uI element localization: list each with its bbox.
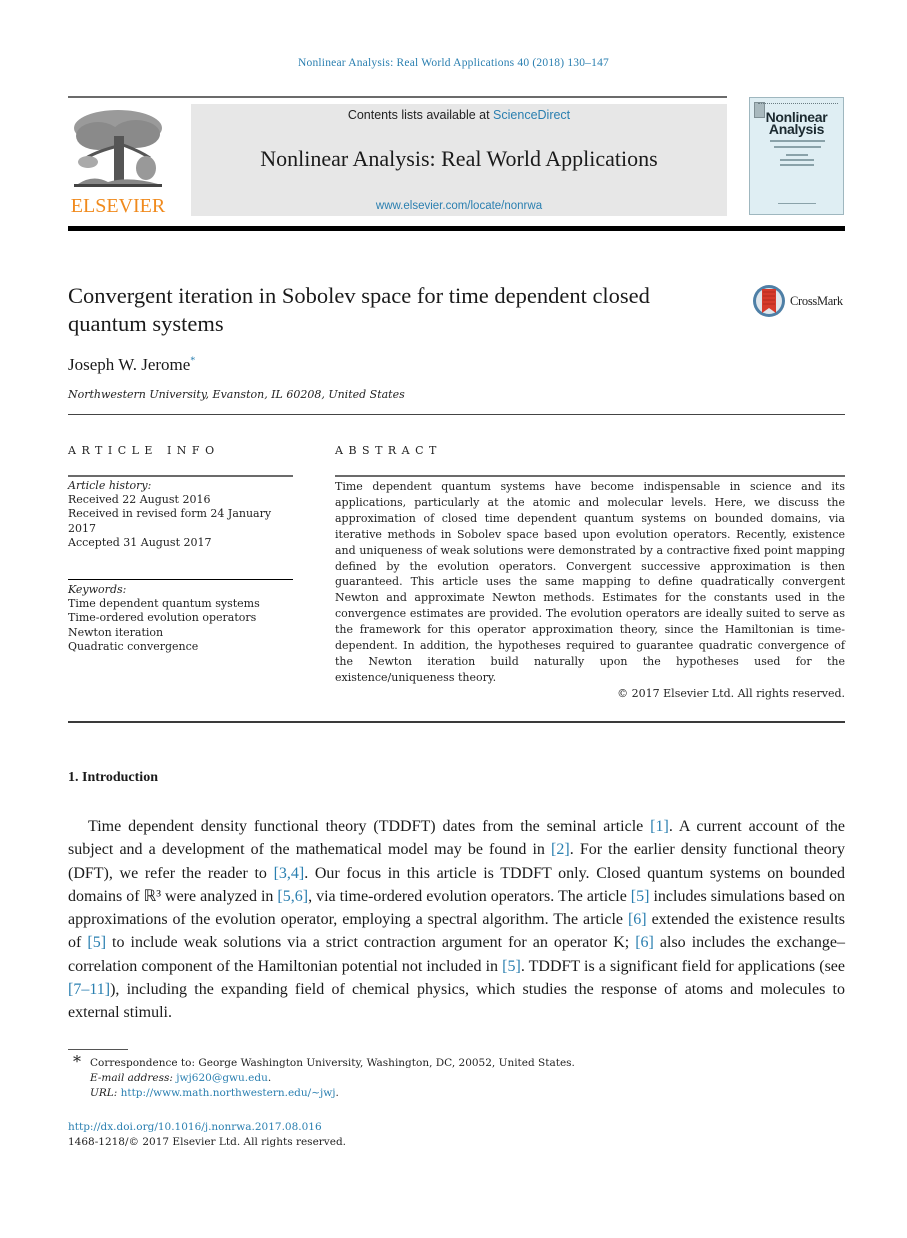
title-block-rule [68,414,845,415]
url-note: URL: http://www.math.northwestern.edu/∼j… [90,1087,339,1099]
abstract-rule [335,475,845,477]
history-item-accepted: Accepted 31 August 2017 [68,535,212,549]
elsevier-logo[interactable]: ELSEVIER [66,104,170,216]
article-title: Convergent iteration in Sobolev space fo… [68,283,650,336]
homepage-link[interactable]: http://www.math.northwestern.edu/∼jwj [121,1087,336,1099]
article-info-heading: ARTICLE INFO [68,444,220,457]
header-thick-rule [68,226,845,231]
citation-link[interactable]: [3,4] [274,865,305,882]
citation-link[interactable]: [7–11] [68,981,110,998]
article-info-rule [68,475,293,477]
citation-link[interactable]: [5] [502,958,521,975]
journal-reference[interactable]: Nonlinear Analysis: Real World Applicati… [0,57,907,69]
section-heading-introduction: 1. Introduction [68,770,158,785]
crossmark-label: CrossMark [790,294,843,308]
cover-editor-line [780,159,814,161]
journal-banner: Contents lists available at ScienceDirec… [191,104,727,216]
footnotes: * Correspondence to: George Washington U… [68,1052,845,1101]
footnote-rule [68,1049,128,1050]
history-item-received: Received 22 August 2016 [68,493,211,507]
citation-link[interactable]: [5] [87,934,106,951]
footnote-star-marker: * [73,1052,81,1071]
contents-line: Contents lists available at ScienceDirec… [191,108,727,122]
citation-link[interactable]: [5,6] [277,888,308,905]
history-item-revised: Received in revised form 24 January 2017 [68,507,272,535]
keyword-item: Quadratic convergence [68,639,199,653]
introduction-paragraph: Time dependent density functional theory… [68,815,845,1025]
correspondence-mark-link[interactable]: * [190,355,195,366]
url-label: URL: [90,1087,118,1099]
doi-block: http://dx.doi.org/10.1016/j.nonrwa.2017.… [68,1120,346,1150]
paragraph-text: . TDDFT is a significant field for appli… [520,957,846,975]
correspondence-note: Correspondence to: George Washington Uni… [90,1057,575,1069]
paragraph-text: to include weak solutions via a strict c… [106,934,636,952]
article-history: Article history: Received 22 August 2016… [68,479,296,550]
citation-link[interactable]: [5] [631,888,650,905]
contents-prefix: Contents lists available at [347,108,494,122]
keywords-heading: Keywords: [68,583,127,596]
author-affiliation: Northwestern University, Evanston, IL 60… [68,388,405,401]
author-name[interactable]: Joseph W. Jerome* [68,355,195,375]
history-heading: Article history: [68,479,152,492]
citation-link[interactable]: [6] [635,934,654,951]
journal-title: Nonlinear Analysis: Real World Applicati… [260,146,658,171]
elsevier-wordmark: ELSEVIER [70,195,166,217]
abstract-text: Time dependent quantum systems have beco… [335,480,845,684]
keyword-item: Newton iteration [68,625,164,639]
front-matter-end-rule [68,721,845,723]
abstract-heading: ABSTRACT [335,444,442,457]
email-note: E-mail address: jwj620@gwu.edu. [90,1072,272,1084]
cover-subtitle-line [770,140,825,142]
keywords-list: Keywords: Time dependent quantum systems… [68,583,296,654]
cover-footer [778,203,816,208]
citation-link[interactable]: [6] [628,911,647,928]
paragraph-text: , via time-ordered evolution operators. … [308,887,631,905]
cover-title: Nonlinear Analysis [750,110,843,137]
email-label: E-mail address: [90,1072,173,1084]
header-top-rule [68,96,727,98]
keywords-rule [68,579,293,580]
cover-header-line [758,103,838,106]
citation-link[interactable]: [2] [551,841,570,858]
journal-url-link[interactable]: www.elsevier.com/locate/nonrwa [191,200,727,212]
keyword-item: Time-ordered evolution operators [68,611,257,625]
crossmark-button[interactable]: CrossMark [752,284,852,320]
email-link[interactable]: jwj620@gwu.edu [176,1072,268,1084]
cover-subtitle-line [774,146,821,148]
keyword-item: Time dependent quantum systems [68,597,260,611]
issn-copyright: 1468-1218/© 2017 Elsevier Ltd. All right… [68,1136,347,1148]
author-name-text: Joseph W. Jerome [68,355,191,374]
crossmark-icon [753,285,785,317]
doi-link[interactable]: http://dx.doi.org/10.1016/j.nonrwa.2017.… [68,1121,322,1133]
cover-editor-line [786,154,808,156]
citation-link[interactable]: [1] [650,818,669,835]
sciencedirect-link[interactable]: ScienceDirect [493,108,570,122]
paragraph-text: Time dependent density functional theory… [88,818,651,835]
cover-editor-line [780,164,814,166]
paragraph-text: ), including the expanding field of chem… [68,981,845,1022]
cover-title-line2: Analysis [768,121,825,137]
elsevier-tree-icon [74,110,162,187]
journal-cover-thumbnail[interactable]: Nonlinear Analysis [749,97,844,215]
abstract-copyright: © 2017 Elsevier Ltd. All rights reserved… [617,687,845,700]
